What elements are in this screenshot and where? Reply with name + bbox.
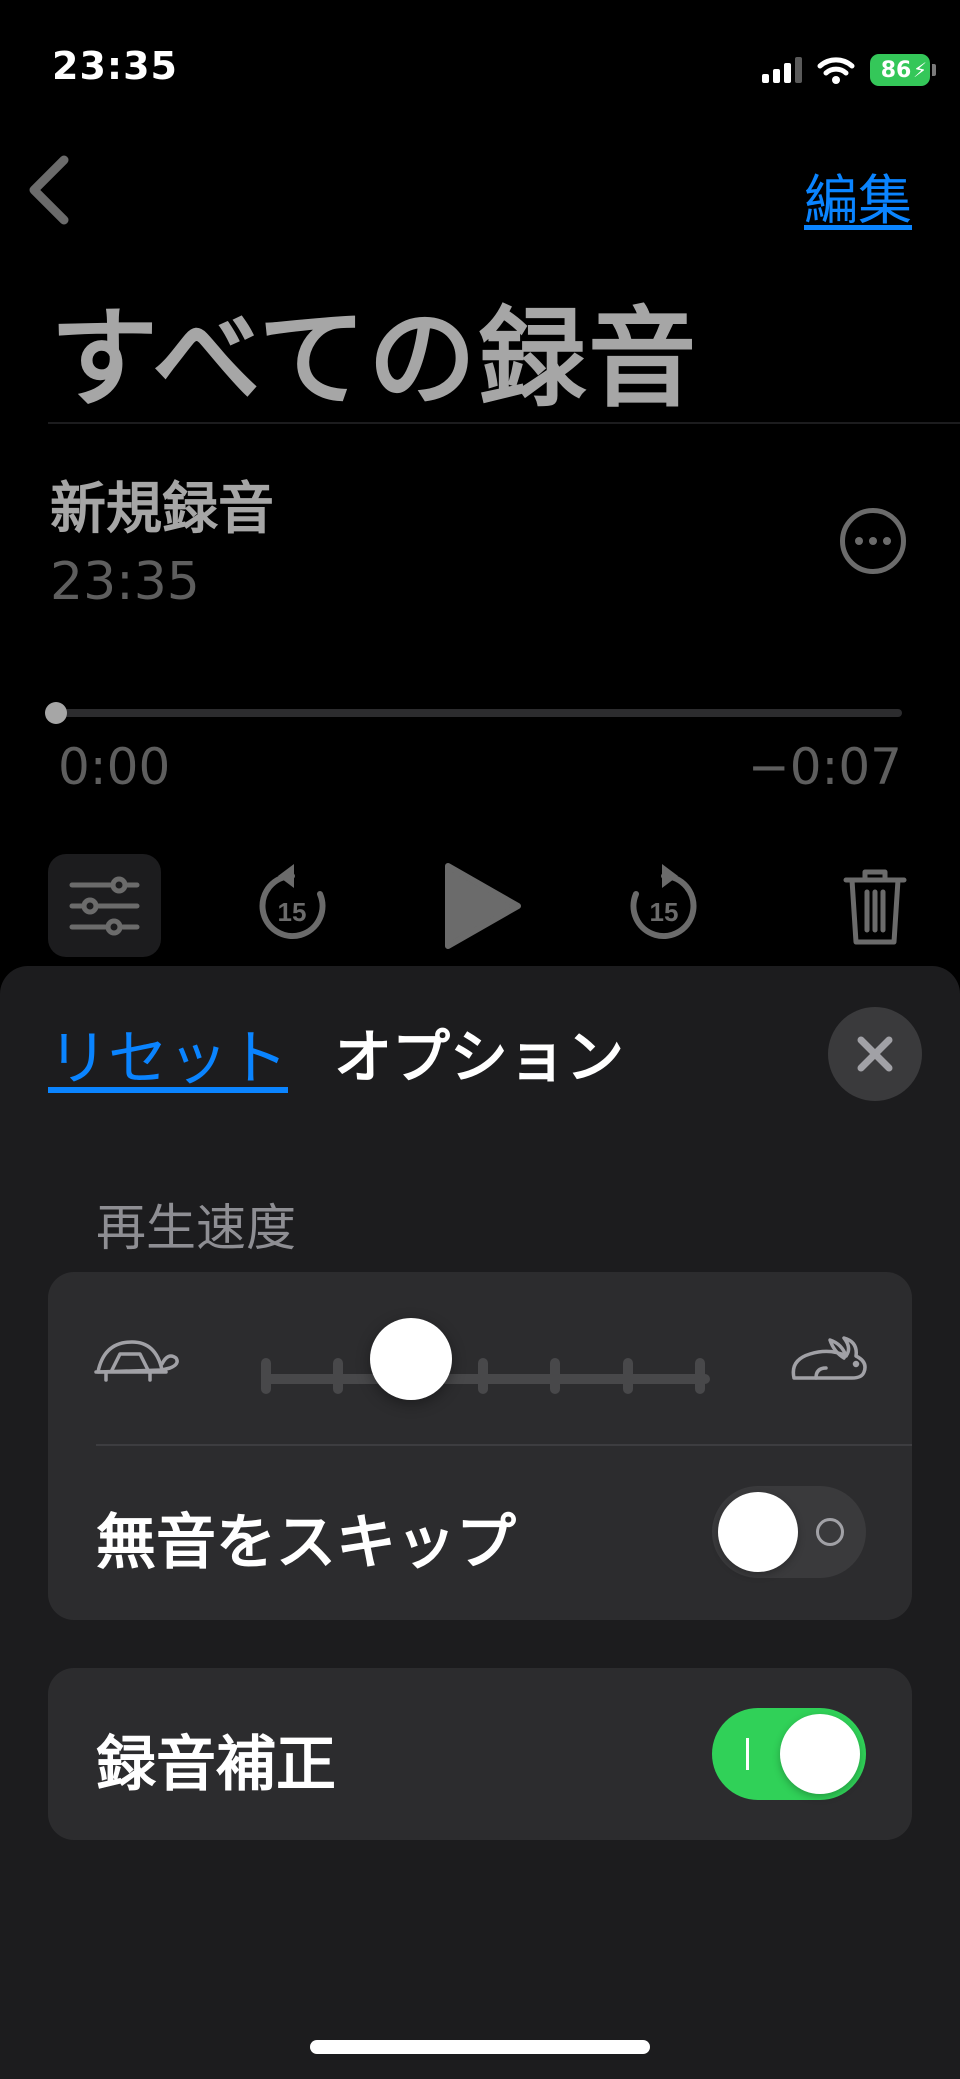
playback-speed-label: 再生速度 bbox=[96, 1199, 296, 1257]
turtle-icon bbox=[94, 1340, 179, 1382]
status-icons: 86 ⚡ bbox=[762, 50, 936, 90]
more-options-button[interactable] bbox=[840, 508, 906, 574]
dot bbox=[883, 537, 891, 545]
speed-card: 無音をスキップ bbox=[48, 1272, 912, 1620]
divider bbox=[96, 1444, 912, 1446]
trash-icon[interactable] bbox=[842, 866, 908, 948]
speed-slider-knob[interactable] bbox=[370, 1318, 452, 1400]
enhance-recording-toggle[interactable] bbox=[712, 1708, 866, 1800]
speed-tick bbox=[550, 1358, 560, 1394]
skip-silence-toggle[interactable] bbox=[712, 1486, 866, 1578]
play-icon[interactable] bbox=[440, 860, 524, 952]
close-icon bbox=[857, 1036, 893, 1072]
status-time: 23:35 bbox=[52, 44, 178, 88]
svg-text:15: 15 bbox=[278, 897, 307, 927]
toggle-thumb bbox=[780, 1714, 860, 1794]
speed-tick bbox=[333, 1358, 343, 1394]
skip-silence-label: 無音をスキップ bbox=[96, 1508, 516, 1578]
cellular-signal-icon bbox=[762, 57, 802, 83]
battery-tip bbox=[932, 64, 936, 76]
elapsed-time: 0:00 bbox=[58, 738, 171, 796]
close-button[interactable] bbox=[828, 1007, 922, 1101]
scrubber-knob[interactable] bbox=[45, 702, 67, 724]
speed-tick bbox=[695, 1358, 705, 1394]
battery-level: 86 bbox=[880, 57, 912, 83]
wifi-icon bbox=[817, 57, 855, 84]
dot bbox=[855, 537, 863, 545]
sliders-icon bbox=[69, 876, 140, 936]
skip-forward-15-icon[interactable]: 15 bbox=[624, 862, 704, 946]
sheet-title: オプション bbox=[334, 1023, 625, 1091]
recording-name[interactable]: 新規録音 bbox=[50, 464, 274, 545]
enhance-card: 録音補正 bbox=[48, 1668, 912, 1840]
recording-time: 23:35 bbox=[50, 552, 200, 612]
rabbit-icon bbox=[791, 1336, 867, 1380]
toggle-thumb bbox=[718, 1492, 798, 1572]
off-indicator bbox=[816, 1518, 844, 1546]
playback-scrubber[interactable] bbox=[55, 709, 902, 717]
remaining-time: −0:07 bbox=[747, 738, 902, 796]
speed-tick bbox=[261, 1358, 271, 1394]
reset-button[interactable]: リセット bbox=[48, 1010, 288, 1097]
divider bbox=[48, 422, 960, 424]
screen: 23:35 86 ⚡ 編集 すべての録音 新規録音 23:35 0:00 −0:… bbox=[0, 0, 960, 2079]
home-indicator bbox=[310, 2040, 650, 2054]
svg-text:15: 15 bbox=[650, 897, 679, 927]
enhance-recording-label: 録音補正 bbox=[96, 1730, 336, 1800]
chevron-left-icon[interactable] bbox=[20, 150, 80, 230]
skip-back-15-icon[interactable]: 15 bbox=[252, 862, 332, 946]
options-button[interactable] bbox=[48, 854, 161, 957]
battery-icon: 86 ⚡ bbox=[870, 54, 936, 86]
edit-button[interactable]: 編集 bbox=[804, 156, 912, 235]
charging-bolt-icon: ⚡ bbox=[912, 58, 927, 82]
dot bbox=[869, 537, 877, 545]
on-indicator bbox=[746, 1738, 749, 1770]
speed-tick bbox=[478, 1358, 488, 1394]
speed-tick bbox=[623, 1358, 633, 1394]
page-title: すべての録音 bbox=[50, 297, 699, 422]
